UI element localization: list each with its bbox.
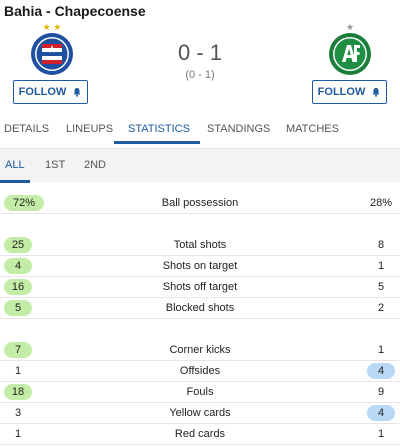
- stat-label: Blocked shots: [165, 302, 235, 314]
- stat-row-corner-kicks: 7 Corner kicks 1: [0, 340, 400, 361]
- stat-row-total-shots: 25 Total shots 8: [0, 235, 400, 256]
- stat-label: Red cards: [174, 428, 226, 440]
- away-value: 1: [377, 344, 385, 356]
- halftime-score: (0 - 1): [185, 69, 215, 81]
- stat-label: Total shots: [173, 239, 227, 251]
- match-score: 0 - 1: [177, 40, 223, 65]
- stat-row-yellow-cards: 3 Yellow cards 4: [0, 403, 400, 424]
- stat-label: Shots on target: [162, 260, 238, 272]
- away-value: 1: [377, 260, 385, 272]
- tab-standings[interactable]: STANDINGS: [207, 114, 270, 144]
- away-value: 4: [367, 405, 395, 421]
- stat-row-blocked-shots: 5 Blocked shots 2: [0, 298, 400, 319]
- home-stars: ★ ★: [42, 22, 62, 32]
- away-stars: ★: [345, 22, 355, 32]
- stat-row-fouls: 18 Fouls 9: [0, 382, 400, 403]
- stat-label: Shots off target: [162, 281, 238, 293]
- period-tabs: ALL 1ST 2ND: [0, 148, 400, 183]
- away-value: 8: [377, 239, 385, 251]
- period-1st[interactable]: 1ST: [45, 149, 65, 183]
- away-follow-button[interactable]: FOLLOW: [312, 80, 387, 104]
- tab-details[interactable]: DETAILS: [4, 114, 49, 144]
- active-tab-indicator: [114, 141, 200, 144]
- away-value: 28%: [369, 197, 393, 209]
- away-follow-label: FOLLOW: [317, 86, 366, 98]
- bell-icon: [372, 88, 380, 97]
- match-tabs: DETAILS LINEUPS STATISTICS STANDINGS MAT…: [0, 114, 400, 144]
- away-value: 9: [377, 386, 385, 398]
- stat-row-ball-possession: 72% Ball possession 28%: [0, 193, 400, 214]
- stat-label: Yellow cards: [169, 407, 231, 419]
- away-value: 5: [377, 281, 385, 293]
- period-2nd[interactable]: 2ND: [84, 149, 106, 183]
- match-title: Bahia - Chapecoense: [4, 3, 146, 19]
- away-value: 2: [377, 302, 385, 314]
- stat-label: Ball possession: [161, 197, 239, 209]
- stat-label: Corner kicks: [169, 344, 231, 356]
- home-follow-label: FOLLOW: [18, 86, 67, 98]
- home-follow-button[interactable]: FOLLOW: [13, 80, 88, 104]
- away-value: 4: [367, 363, 395, 379]
- tab-matches[interactable]: MATCHES: [286, 114, 339, 144]
- away-value: 1: [377, 428, 385, 440]
- period-all[interactable]: ALL: [5, 149, 25, 183]
- bell-icon: [73, 88, 81, 97]
- tab-lineups[interactable]: LINEUPS: [66, 114, 113, 144]
- stat-label: Offsides: [179, 365, 221, 377]
- stat-row-shots-on-target: 4 Shots on target 1: [0, 256, 400, 277]
- stat-row-shots-off-target: 16 Shots off target 5: [0, 277, 400, 298]
- active-period-indicator: [0, 180, 30, 183]
- stat-row-red-cards: 1 Red cards 1: [0, 424, 400, 445]
- tab-statistics[interactable]: STATISTICS: [128, 114, 190, 144]
- stat-label: Fouls: [186, 386, 214, 398]
- stat-row-offsides: 1 Offsides 4: [0, 361, 400, 382]
